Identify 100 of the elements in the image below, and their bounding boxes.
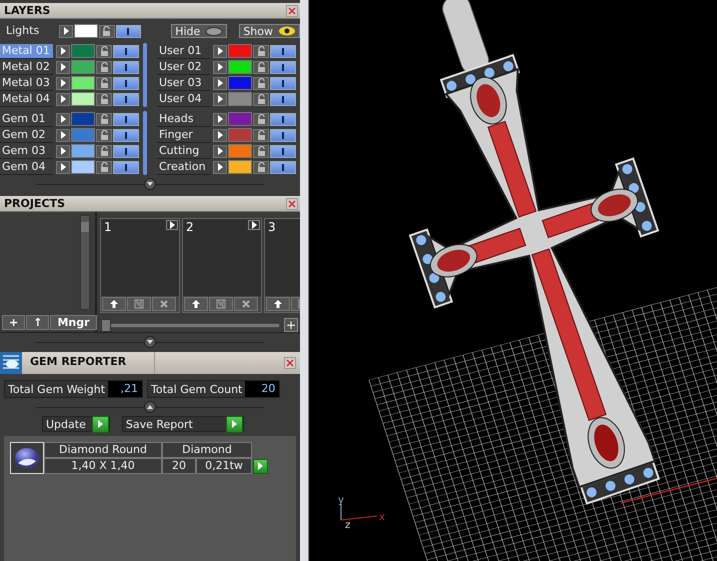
layer-label[interactable]: Gem 01 [0, 112, 53, 126]
delete-button[interactable] [152, 297, 176, 311]
expand-button[interactable] [56, 60, 70, 74]
scrollbar[interactable] [143, 111, 147, 175]
color-swatch[interactable] [71, 112, 95, 126]
layer-label[interactable]: Creation [157, 160, 210, 174]
color-swatch[interactable] [71, 144, 95, 158]
visibility-toggle[interactable] [270, 60, 296, 74]
load-button[interactable] [184, 297, 208, 311]
color-swatch[interactable] [228, 160, 252, 174]
lock-button[interactable] [96, 92, 112, 106]
color-swatch[interactable] [71, 160, 95, 174]
collapse-knob[interactable] [144, 178, 156, 190]
visibility-toggle[interactable] [113, 60, 139, 74]
expand-button[interactable] [56, 160, 70, 174]
project-card[interactable]: 1 [100, 218, 180, 313]
visibility-toggle[interactable] [270, 160, 296, 174]
lock-button[interactable] [253, 76, 269, 90]
visibility-toggle[interactable] [113, 76, 139, 90]
color-swatch[interactable] [74, 24, 98, 38]
expand-button[interactable] [213, 60, 227, 74]
lock-button[interactable] [253, 128, 269, 142]
color-swatch[interactable] [71, 44, 95, 58]
lock-button[interactable] [253, 144, 269, 158]
visibility-toggle[interactable] [116, 24, 142, 38]
expand-button[interactable] [56, 112, 70, 126]
layer-label[interactable]: Metal 03 [0, 76, 53, 90]
hide-button[interactable]: Hide [171, 24, 228, 38]
delete-button[interactable] [234, 297, 258, 311]
close-button[interactable] [284, 357, 296, 369]
scrollbar[interactable] [80, 215, 90, 310]
lock-button[interactable] [96, 160, 112, 174]
load-button[interactable] [266, 297, 290, 311]
lock-button[interactable] [253, 60, 269, 74]
project-card[interactable]: 3 [264, 218, 300, 313]
visibility-toggle[interactable] [113, 128, 139, 142]
lock-button[interactable] [253, 44, 269, 58]
visibility-toggle[interactable] [270, 76, 296, 90]
lock-button[interactable] [253, 160, 269, 174]
layer-label[interactable]: Gem 04 [0, 160, 53, 174]
layer-label[interactable]: Metal 04 [0, 92, 53, 106]
visibility-toggle[interactable] [113, 144, 139, 158]
color-swatch[interactable] [228, 92, 252, 106]
color-swatch[interactable] [228, 112, 252, 126]
expand-button[interactable] [56, 44, 70, 58]
close-button[interactable] [286, 198, 298, 210]
visibility-toggle[interactable] [270, 112, 296, 126]
expand-button[interactable] [56, 92, 70, 106]
color-swatch[interactable] [228, 44, 252, 58]
show-button[interactable]: Show [239, 24, 300, 38]
visibility-toggle[interactable] [113, 92, 139, 106]
lock-button[interactable] [96, 112, 112, 126]
update-button[interactable]: Update [42, 416, 110, 432]
close-button[interactable] [286, 4, 298, 16]
toolbar-button[interactable]: + [2, 315, 26, 330]
layer-label[interactable]: User 03 [157, 76, 210, 90]
layer-label[interactable]: Metal 02 [0, 60, 53, 74]
visibility-toggle[interactable] [270, 128, 296, 142]
save-report-button[interactable]: Save Report [122, 416, 244, 432]
layer-label[interactable]: Gem 03 [0, 144, 53, 158]
add-button[interactable]: + [284, 318, 298, 332]
expand-button[interactable] [213, 144, 227, 158]
color-swatch[interactable] [228, 76, 252, 90]
lock-button[interactable] [96, 76, 112, 90]
color-swatch[interactable] [71, 128, 95, 142]
play-button[interactable] [253, 458, 268, 474]
color-swatch[interactable] [71, 92, 95, 106]
lock-button[interactable] [98, 24, 115, 38]
project-card[interactable]: 2 [182, 218, 262, 313]
collapse-knob[interactable] [144, 401, 156, 413]
layer-label[interactable]: User 04 [157, 92, 210, 106]
expand-button[interactable] [213, 128, 227, 142]
visibility-toggle[interactable] [113, 112, 139, 126]
visibility-toggle[interactable] [113, 160, 139, 174]
scrollbar[interactable] [143, 43, 147, 107]
color-swatch[interactable] [228, 128, 252, 142]
layer-label[interactable]: Cutting [157, 144, 210, 158]
visibility-toggle[interactable] [113, 44, 139, 58]
toolbar-button[interactable]: ↑ [26, 315, 50, 330]
collapse-knob[interactable] [144, 336, 156, 348]
expand-button[interactable] [59, 24, 74, 38]
color-swatch[interactable] [71, 60, 95, 74]
visibility-toggle[interactable] [270, 44, 296, 58]
slider-handle[interactable] [101, 318, 111, 332]
play-button[interactable] [248, 220, 260, 230]
expand-button[interactable] [213, 92, 227, 106]
expand-button[interactable] [56, 128, 70, 142]
lock-button[interactable] [96, 60, 112, 74]
color-swatch[interactable] [228, 60, 252, 74]
lock-button[interactable] [96, 144, 112, 158]
layer-label[interactable]: Finger [157, 128, 210, 142]
expand-button[interactable] [56, 144, 70, 158]
layer-label[interactable]: User 01 [157, 44, 210, 58]
lock-button[interactable] [96, 128, 112, 142]
lock-button[interactable] [253, 112, 269, 126]
layer-label[interactable]: Heads [157, 112, 210, 126]
load-button[interactable] [102, 297, 126, 311]
expand-button[interactable] [213, 112, 227, 126]
expand-button[interactable] [213, 44, 227, 58]
expand-button[interactable] [213, 76, 227, 90]
